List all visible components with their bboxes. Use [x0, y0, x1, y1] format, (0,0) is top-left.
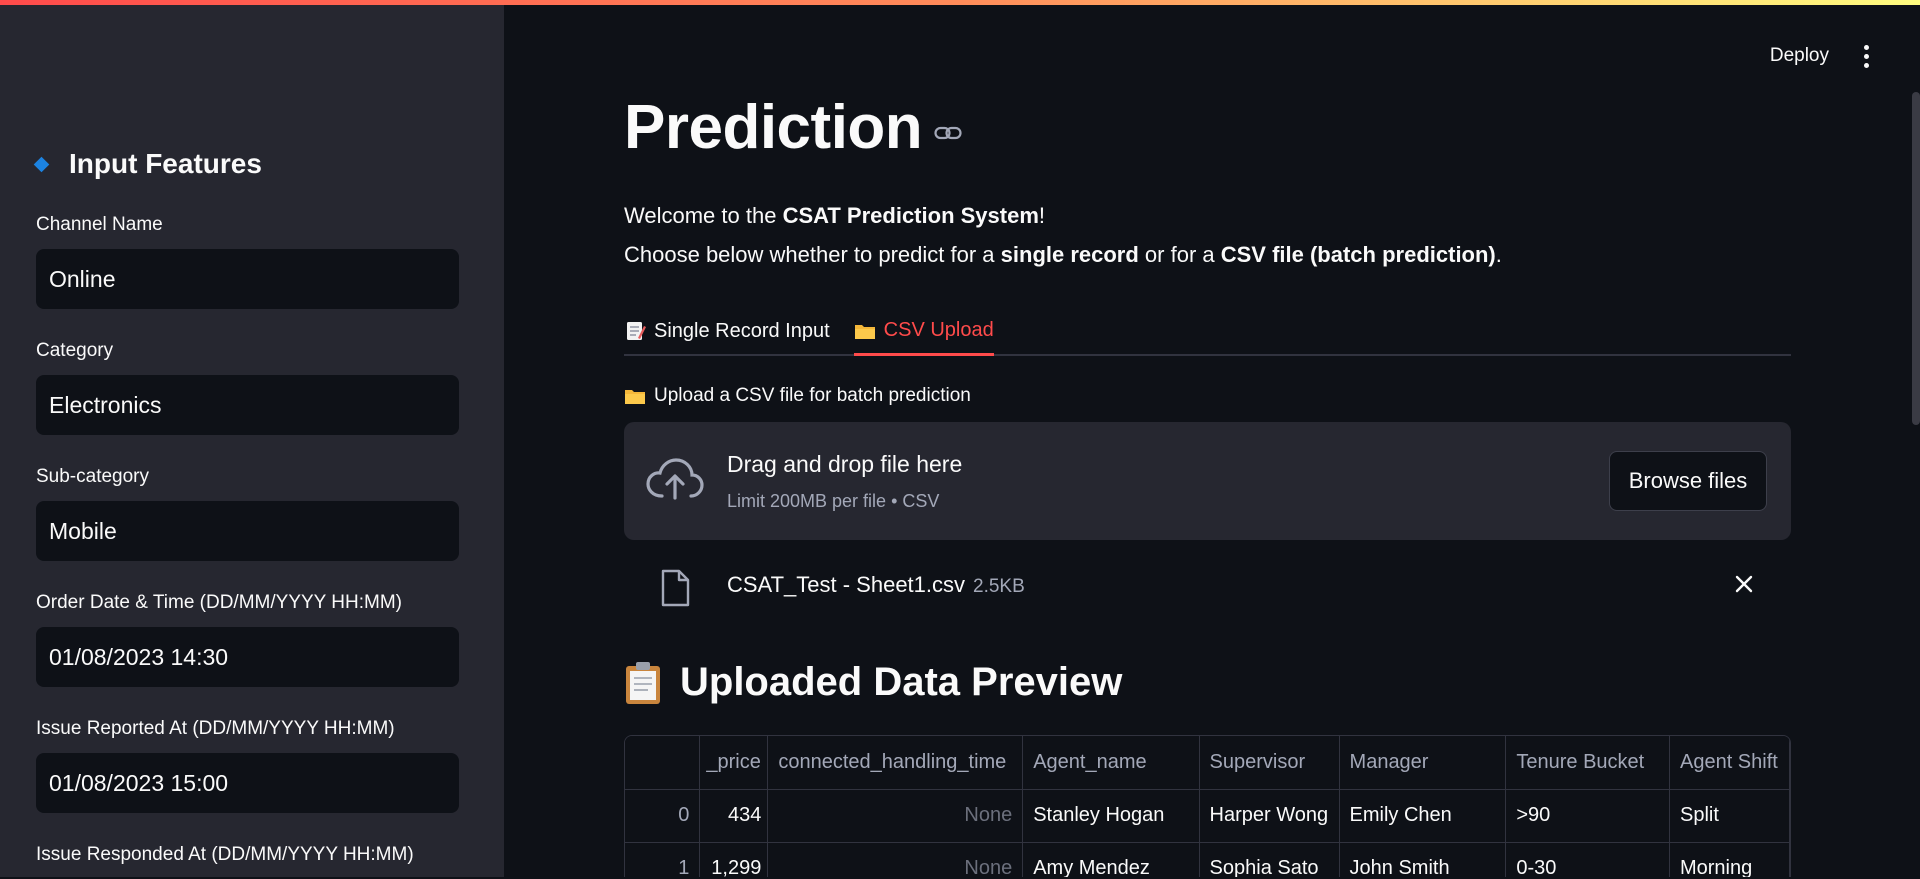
field-label: Issue Responded At (DD/MM/YYYY HH:MM) [36, 844, 414, 865]
field-label: Category [36, 340, 114, 361]
tab-single-record[interactable]: Single Record Input [624, 306, 830, 354]
column-header[interactable]: Manager [1339, 736, 1507, 790]
file-name: CSAT_Test - Sheet1.csv 2.5KB [727, 572, 1025, 597]
tab-bar: Single Record Input CSV Upload [624, 306, 1791, 356]
column-header[interactable]: connected_handling_time [767, 736, 1024, 790]
link-icon[interactable] [934, 125, 962, 141]
tab-label: CSV Upload [883, 319, 994, 341]
channel-name-field: Channel Name Online [36, 213, 459, 309]
table-cell[interactable]: >90 [1505, 789, 1670, 843]
top-decoration-bar [0, 0, 1920, 5]
upload-label: Upload a CSV file for batch prediction [624, 385, 971, 407]
tab-label: Single Record Input [654, 319, 830, 342]
folder-icon [625, 390, 645, 404]
close-icon[interactable] [1734, 574, 1754, 594]
main-content: Deploy Prediction Welcome to the CSAT Pr… [504, 0, 1920, 877]
file-dropzone[interactable]: Drag and drop file here Limit 200MB per … [624, 422, 1791, 540]
column-header[interactable]: Agent_name [1022, 736, 1200, 790]
sidebar-header: Input Features [33, 148, 262, 180]
uploaded-file-row: CSAT_Test - Sheet1.csv 2.5KB [624, 562, 1791, 614]
table-cell[interactable]: Sophia Sato [1199, 842, 1340, 877]
sub-category-field: Sub-category Mobile [36, 465, 459, 561]
issue-reported-field: Issue Reported At (DD/MM/YYYY HH:MM) 01/… [36, 717, 459, 813]
table-cell[interactable]: 434 [699, 789, 769, 843]
more-menu-icon[interactable] [1863, 45, 1869, 68]
deploy-button[interactable]: Deploy [1770, 45, 1829, 67]
table-cell[interactable]: Harper Wong [1199, 789, 1340, 843]
page-title-row: Prediction [624, 92, 962, 163]
scrollbar[interactable] [1912, 92, 1920, 425]
tab-csv-upload[interactable]: CSV Upload [853, 306, 994, 356]
preview-title-row: Uploaded Data Preview [624, 660, 1122, 705]
page-title: Prediction [624, 93, 923, 162]
table-cell[interactable]: 1,299 [699, 842, 769, 877]
intro-text: Welcome to the CSAT Prediction System! C… [624, 196, 1502, 274]
table-cell[interactable]: Amy Mendez [1022, 842, 1200, 877]
table-row: 0 434 None Stanley Hogan Harper Wong Emi… [625, 789, 1790, 843]
row-index[interactable]: 1 [625, 842, 701, 877]
sub-category-input[interactable]: Mobile [36, 501, 459, 561]
field-label: Order Date & Time (DD/MM/YYYY HH:MM) [36, 592, 402, 613]
category-input[interactable]: Electronics [36, 375, 459, 435]
folder-icon [854, 324, 875, 339]
issue-responded-field: Issue Responded At (DD/MM/YYYY HH:MM) [36, 843, 459, 879]
channel-name-input[interactable]: Online [36, 249, 459, 309]
table-cell[interactable]: 0-30 [1505, 842, 1670, 877]
column-header[interactable]: Agent Shift [1669, 736, 1790, 790]
preview-title: Uploaded Data Preview [680, 660, 1123, 704]
table-cell[interactable]: Emily Chen [1339, 789, 1507, 843]
data-table: _price connected_handling_time Agent_nam… [625, 736, 1790, 877]
sidebar: Input Features Channel Name Online Categ… [0, 0, 504, 877]
sidebar-title: Input Features [69, 148, 262, 179]
category-field: Category Electronics [36, 339, 459, 435]
row-index[interactable]: 0 [625, 789, 701, 843]
table-row: 1 1,299 None Amy Mendez Sophia Sato John… [625, 842, 1790, 877]
column-header[interactable] [625, 736, 701, 790]
column-header[interactable]: Supervisor [1199, 736, 1340, 790]
browse-files-button[interactable]: Browse files [1609, 451, 1767, 511]
table-cell[interactable]: Stanley Hogan [1022, 789, 1200, 843]
table-cell[interactable]: Morning [1669, 842, 1790, 877]
intro-line-1: Welcome to the CSAT Prediction System! [624, 203, 1046, 228]
field-label: Sub-category [36, 466, 150, 487]
field-label: Channel Name [36, 214, 163, 235]
table-cell[interactable]: None [767, 842, 1024, 877]
order-date-input[interactable]: 01/08/2023 14:30 [36, 627, 459, 687]
dropzone-title: Drag and drop file here [727, 451, 963, 477]
column-header[interactable]: Tenure Bucket [1505, 736, 1670, 790]
field-label: Issue Reported At (DD/MM/YYYY HH:MM) [36, 718, 395, 739]
data-preview-table[interactable]: _price connected_handling_time Agent_nam… [624, 735, 1791, 877]
clipboard-icon [626, 661, 660, 704]
dropzone-subtitle: Limit 200MB per file • CSV [727, 491, 940, 511]
file-icon [661, 569, 690, 607]
table-cell[interactable]: John Smith [1339, 842, 1507, 877]
memo-icon [627, 322, 646, 340]
table-cell[interactable]: Split [1669, 789, 1790, 843]
intro-line-2: Choose below whether to predict for a si… [624, 242, 1502, 267]
file-size: 2.5KB [973, 576, 1025, 597]
table-cell[interactable]: None [767, 789, 1024, 843]
order-date-field: Order Date & Time (DD/MM/YYYY HH:MM) 01/… [36, 591, 459, 687]
column-header[interactable]: _price [699, 736, 769, 790]
diamond-icon [33, 156, 50, 172]
table-header-row: _price connected_handling_time Agent_nam… [625, 736, 1790, 790]
issue-reported-input[interactable]: 01/08/2023 15:00 [36, 753, 459, 813]
cloud-upload-icon [646, 458, 704, 500]
